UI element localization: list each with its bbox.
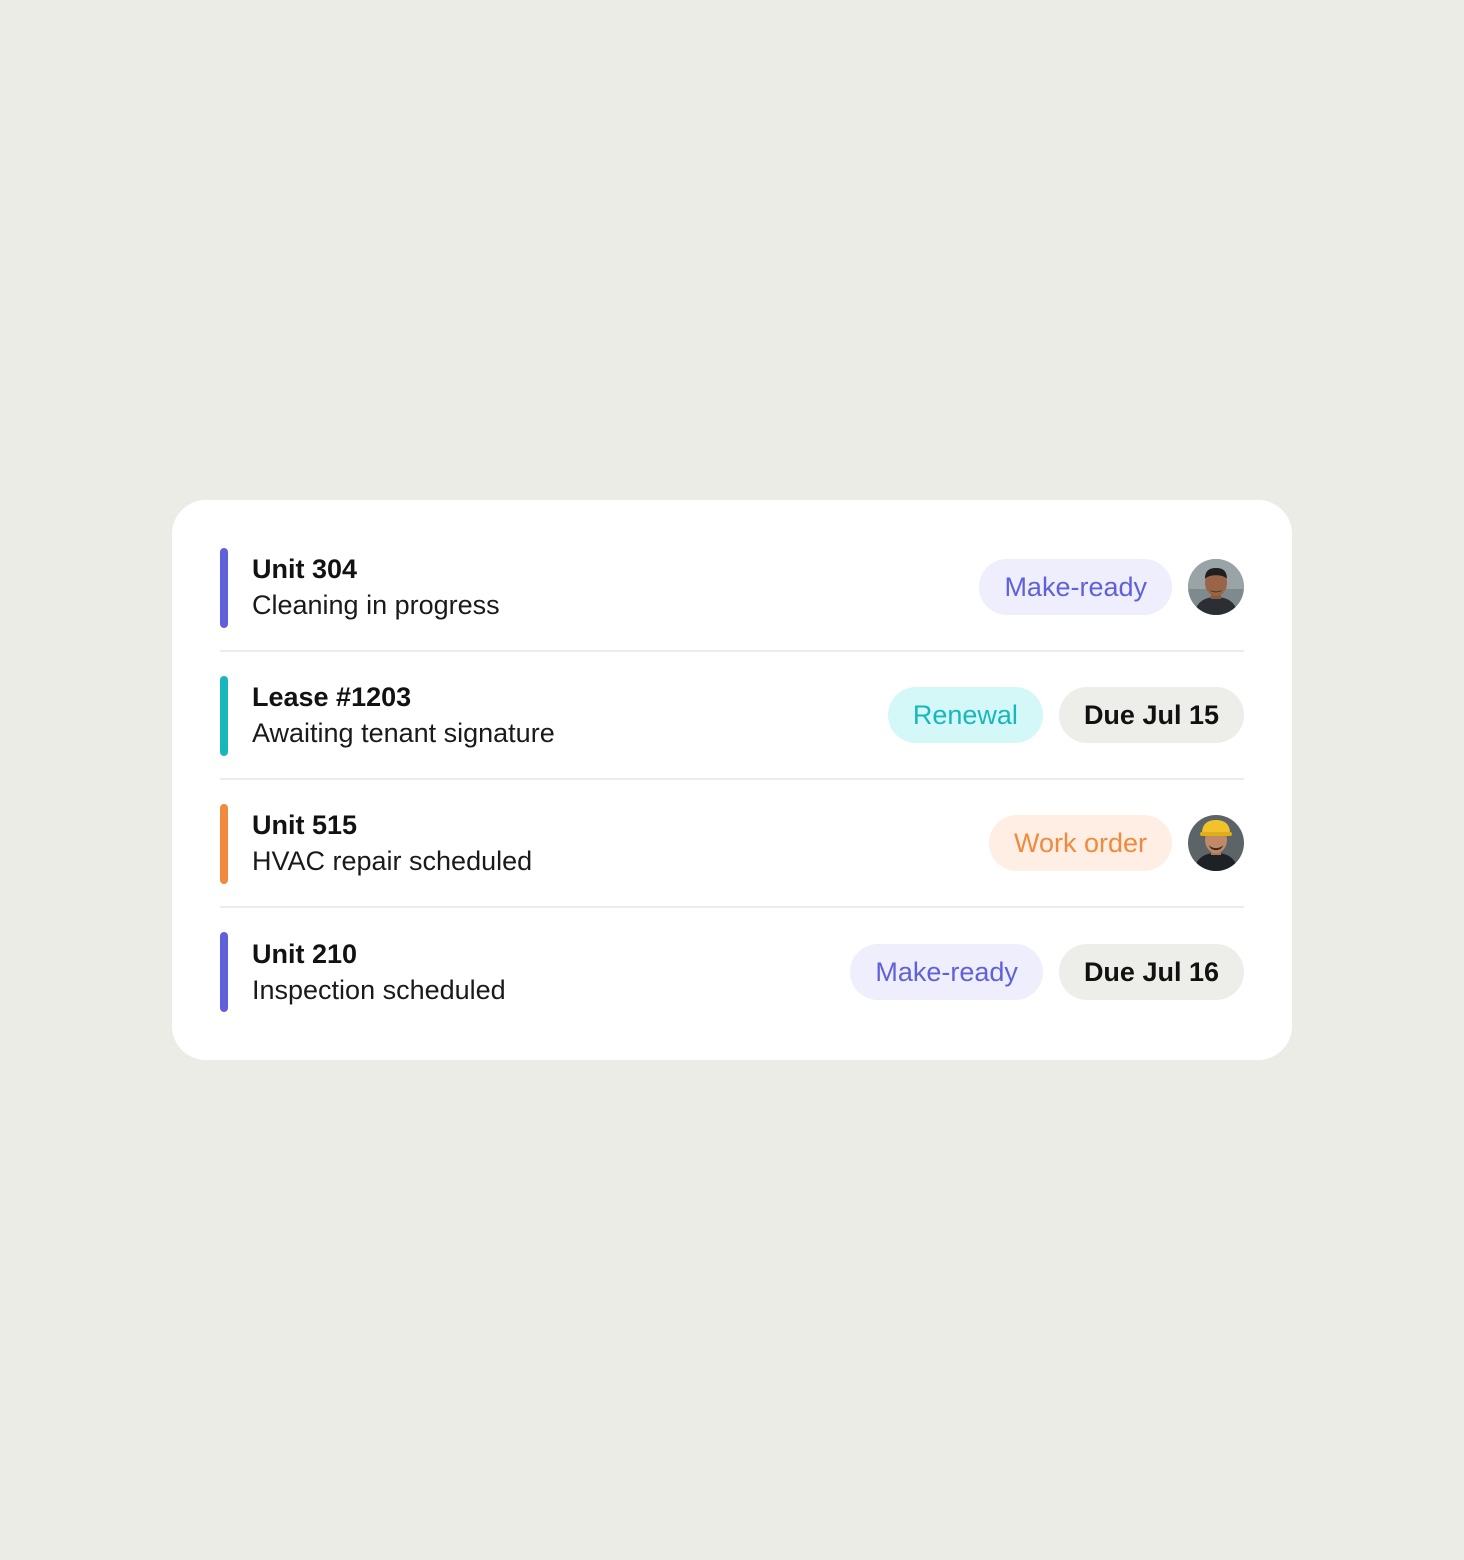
task-text: Unit 304 Cleaning in progress xyxy=(252,553,500,621)
status-accent-bar xyxy=(220,804,228,884)
tag-badge-renewal[interactable]: Renewal xyxy=(887,687,1043,743)
task-subtitle: Inspection scheduled xyxy=(252,975,506,1005)
due-date-badge[interactable]: Due Jul 16 xyxy=(1058,944,1244,1000)
task-row-unit-210[interactable]: Unit 210 Inspection scheduled Make-ready… xyxy=(220,908,1244,1036)
task-card: Unit 304 Cleaning in progress Make-ready xyxy=(172,500,1292,1060)
hardhat-worker-avatar[interactable] xyxy=(1188,815,1244,871)
task-text: Unit 210 Inspection scheduled xyxy=(252,938,506,1006)
status-accent-bar xyxy=(220,548,228,628)
task-row-lease-1203[interactable]: Lease #1203 Awaiting tenant signature Re… xyxy=(220,652,1244,780)
task-text: Unit 515 HVAC repair scheduled xyxy=(252,809,532,877)
task-title: Lease #1203 xyxy=(252,682,412,712)
task-text: Lease #1203 Awaiting tenant signature xyxy=(252,681,555,749)
task-row-unit-304[interactable]: Unit 304 Cleaning in progress Make-ready xyxy=(220,524,1244,652)
task-meta: Work order xyxy=(988,815,1244,871)
task-title: Unit 515 xyxy=(252,810,358,840)
task-title: Unit 210 xyxy=(252,939,358,969)
task-title: Unit 304 xyxy=(252,554,358,584)
task-row-unit-515[interactable]: Unit 515 HVAC repair scheduled Work orde… xyxy=(220,780,1244,908)
task-meta: Renewal Due Jul 15 xyxy=(887,687,1244,743)
task-subtitle: Awaiting tenant signature xyxy=(252,718,555,748)
tag-badge-make-ready[interactable]: Make-ready xyxy=(979,559,1172,615)
status-accent-bar xyxy=(220,676,228,756)
person-icon xyxy=(1188,815,1244,871)
tag-badge-work-order[interactable]: Work order xyxy=(988,815,1172,871)
person-icon xyxy=(1188,559,1244,615)
task-meta: Make-ready xyxy=(979,559,1244,615)
status-accent-bar xyxy=(220,932,228,1012)
due-date-badge[interactable]: Due Jul 15 xyxy=(1058,687,1244,743)
worker-avatar[interactable] xyxy=(1188,559,1244,615)
task-meta: Make-ready Due Jul 16 xyxy=(850,944,1244,1000)
task-subtitle: Cleaning in progress xyxy=(252,590,500,620)
task-subtitle: HVAC repair scheduled xyxy=(252,846,533,876)
tag-badge-make-ready[interactable]: Make-ready xyxy=(850,944,1043,1000)
